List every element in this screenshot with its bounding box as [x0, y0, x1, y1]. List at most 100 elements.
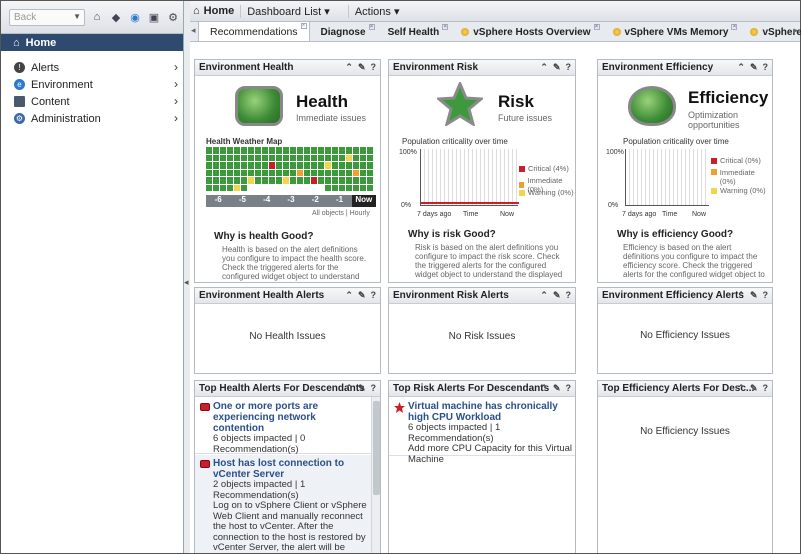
weather-map-cell[interactable]: [227, 177, 233, 184]
weather-map-cell[interactable]: [234, 184, 240, 191]
weather-map-cell[interactable]: [213, 169, 219, 176]
weather-map-cell[interactable]: [241, 184, 247, 191]
weather-map-cell[interactable]: [283, 147, 289, 154]
help-icon[interactable]: ?: [371, 290, 377, 301]
help-icon[interactable]: ?: [763, 383, 769, 394]
tab-vsphere-v[interactable]: vSphere V: [739, 23, 801, 41]
weather-map-cell[interactable]: [332, 154, 338, 161]
collapse-icon[interactable]: ⌃: [737, 290, 745, 301]
nav-environment[interactable]: e Environment ›: [1, 76, 183, 93]
edit-icon[interactable]: ✎: [358, 290, 366, 301]
weather-map-cell[interactable]: [325, 162, 331, 169]
weather-map-cell[interactable]: [262, 147, 268, 154]
weather-map-cell[interactable]: [220, 162, 226, 169]
scrollbar[interactable]: [371, 397, 380, 553]
weather-map-cell[interactable]: [227, 184, 233, 191]
weather-map-cell[interactable]: [367, 147, 373, 154]
weather-map-cell[interactable]: [269, 147, 275, 154]
weather-map-cell[interactable]: [318, 177, 324, 184]
weather-map-cell[interactable]: [290, 147, 296, 154]
weather-map-cell[interactable]: [346, 184, 352, 191]
weather-map-cell[interactable]: [367, 162, 373, 169]
weather-map-cell[interactable]: [220, 169, 226, 176]
weather-map-cell[interactable]: [276, 169, 282, 176]
weather-map-cell[interactable]: [339, 147, 345, 154]
weather-map-cell[interactable]: [269, 162, 275, 169]
help-icon[interactable]: ?: [371, 62, 377, 73]
weather-map-cell[interactable]: [206, 147, 212, 154]
weather-map-cell[interactable]: [318, 169, 324, 176]
weather-map-cell[interactable]: [276, 177, 282, 184]
weather-map-cell[interactable]: [234, 162, 240, 169]
edit-icon[interactable]: ✎: [750, 290, 758, 301]
weather-map-cell[interactable]: [332, 169, 338, 176]
weather-map-cell[interactable]: [332, 177, 338, 184]
weather-map-cell[interactable]: [332, 162, 338, 169]
weather-map-cell[interactable]: [353, 169, 359, 176]
tab-self-health[interactable]: Self Health ×: [377, 23, 451, 41]
weather-map-cell[interactable]: [311, 154, 317, 161]
weather-map-cell[interactable]: [255, 154, 261, 161]
weather-map-cell[interactable]: [227, 154, 233, 161]
weather-map-cell[interactable]: [269, 177, 275, 184]
weather-map-cell[interactable]: [318, 154, 324, 161]
weather-map-cell[interactable]: [241, 162, 247, 169]
weather-map-cell[interactable]: [227, 169, 233, 176]
weather-map-cell[interactable]: [290, 154, 296, 161]
weather-map-cell[interactable]: [339, 184, 345, 191]
weather-map-cell[interactable]: [353, 177, 359, 184]
nav-administration[interactable]: ⚙ Administration ›: [1, 110, 183, 127]
weather-map-cell[interactable]: [248, 147, 254, 154]
tab-vsphere-vms-memory[interactable]: vSphere VMs Memory ×: [602, 23, 740, 41]
weather-map-cell[interactable]: [346, 147, 352, 154]
weather-map-cell[interactable]: [346, 162, 352, 169]
weather-map-cell[interactable]: [339, 177, 345, 184]
tab-vsphere-hosts-overview[interactable]: vSphere Hosts Overview ×: [450, 23, 601, 41]
help-icon[interactable]: ?: [566, 290, 572, 301]
weather-map-cell[interactable]: [248, 177, 254, 184]
tab-recommendations[interactable]: Recommendations ×: [198, 21, 310, 41]
weather-map-cell[interactable]: [360, 169, 366, 176]
weather-map-cell[interactable]: [262, 169, 268, 176]
weather-map-cell[interactable]: [255, 169, 261, 176]
weather-map-cell[interactable]: [332, 147, 338, 154]
weather-map-cell[interactable]: [255, 177, 261, 184]
weather-map-cell[interactable]: [304, 154, 310, 161]
weather-map-cell[interactable]: [332, 184, 338, 191]
weather-map-cell[interactable]: [234, 147, 240, 154]
alert-item[interactable]: One or more ports are experiencing netwo…: [195, 398, 371, 465]
weather-map-cell[interactable]: [360, 184, 366, 191]
weather-map-cell[interactable]: [304, 169, 310, 176]
weather-map-cell[interactable]: [206, 169, 212, 176]
weather-map-cell[interactable]: [297, 154, 303, 161]
weather-map-cell[interactable]: [367, 169, 373, 176]
tab-scroll-right-icon[interactable]: ▸: [793, 25, 798, 36]
weather-map-cell[interactable]: [241, 177, 247, 184]
alert-title[interactable]: One or more ports are experiencing netwo…: [213, 401, 369, 434]
weather-map-cell[interactable]: [318, 147, 324, 154]
weather-map-cell[interactable]: [283, 154, 289, 161]
weather-map-cell[interactable]: [360, 177, 366, 184]
weather-map-cell[interactable]: [220, 154, 226, 161]
close-icon[interactable]: ×: [593, 24, 600, 30]
weather-map-cell[interactable]: [339, 162, 345, 169]
environment-icon[interactable]: ◉: [128, 10, 142, 24]
weather-map-cell[interactable]: [353, 184, 359, 191]
close-icon[interactable]: ×: [300, 23, 307, 29]
dashboard-list-menu[interactable]: Dashboard List ▾: [240, 4, 336, 18]
alert-title[interactable]: Virtual machine has chronically high CPU…: [408, 401, 573, 423]
collapse-icon[interactable]: ⌃: [737, 383, 745, 394]
alert-title[interactable]: Host has lost connection to vCenter Serv…: [213, 458, 369, 480]
weather-map-cell[interactable]: [360, 154, 366, 161]
weather-map-cell[interactable]: [297, 162, 303, 169]
content-icon[interactable]: ▣: [147, 10, 161, 24]
weather-map-cell[interactable]: [269, 154, 275, 161]
weather-map-cell[interactable]: [206, 177, 212, 184]
weather-map-cell[interactable]: [248, 169, 254, 176]
weather-map-cell[interactable]: [241, 147, 247, 154]
weather-map-cell[interactable]: [234, 169, 240, 176]
weather-map-cell[interactable]: [276, 162, 282, 169]
help-icon[interactable]: ?: [763, 62, 769, 73]
edit-icon[interactable]: ✎: [358, 383, 366, 394]
nav-home[interactable]: ⌂ Home: [1, 34, 183, 51]
